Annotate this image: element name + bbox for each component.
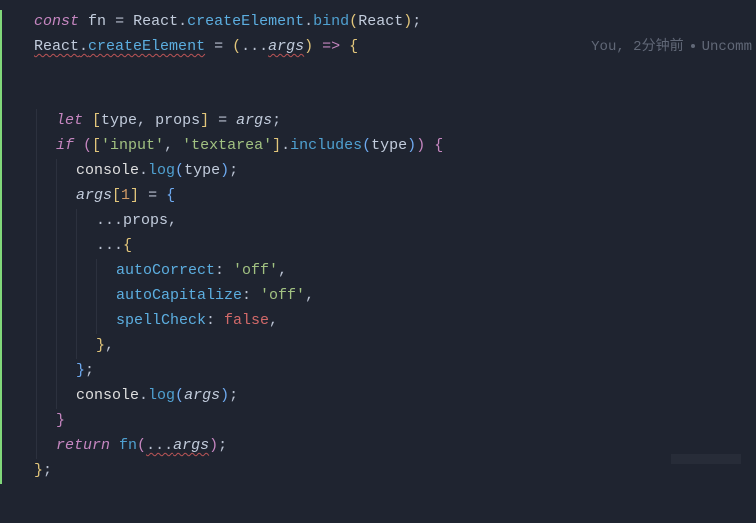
- code-line[interactable]: };: [16, 459, 756, 484]
- code-line[interactable]: React.createElement = (...args) => { You…: [16, 35, 756, 109]
- code-line[interactable]: spellCheck: false,: [16, 309, 756, 334]
- code-line[interactable]: autoCapitalize: 'off',: [16, 284, 756, 309]
- separator-dot-icon: [691, 44, 695, 48]
- code-line[interactable]: ...{: [16, 234, 756, 259]
- code-line[interactable]: autoCorrect: 'off',: [16, 259, 756, 284]
- code-line[interactable]: }: [16, 409, 756, 434]
- var-fn: fn: [88, 13, 106, 30]
- code-line[interactable]: },: [16, 334, 756, 359]
- code-line[interactable]: ...props,: [16, 209, 756, 234]
- code-line[interactable]: console.log(args);: [16, 384, 756, 409]
- code-line[interactable]: const fn = React.createElement.bind(Reac…: [16, 10, 756, 35]
- code-line[interactable]: console.log(type);: [16, 159, 756, 184]
- code-line[interactable]: return fn(...args);: [16, 434, 756, 459]
- code-line[interactable]: };: [16, 359, 756, 384]
- code-editor[interactable]: const fn = React.createElement.bind(Reac…: [0, 10, 756, 484]
- code-line[interactable]: let [type, props] = args;: [16, 109, 756, 134]
- code-line[interactable]: args[1] = {: [16, 184, 756, 209]
- git-blame-annotation: You, 2分钟前Uncomm: [591, 35, 756, 60]
- minimap-highlight: [671, 454, 741, 464]
- keyword-const: const: [34, 13, 79, 30]
- code-line[interactable]: if (['input', 'textarea'].includes(type)…: [16, 134, 756, 159]
